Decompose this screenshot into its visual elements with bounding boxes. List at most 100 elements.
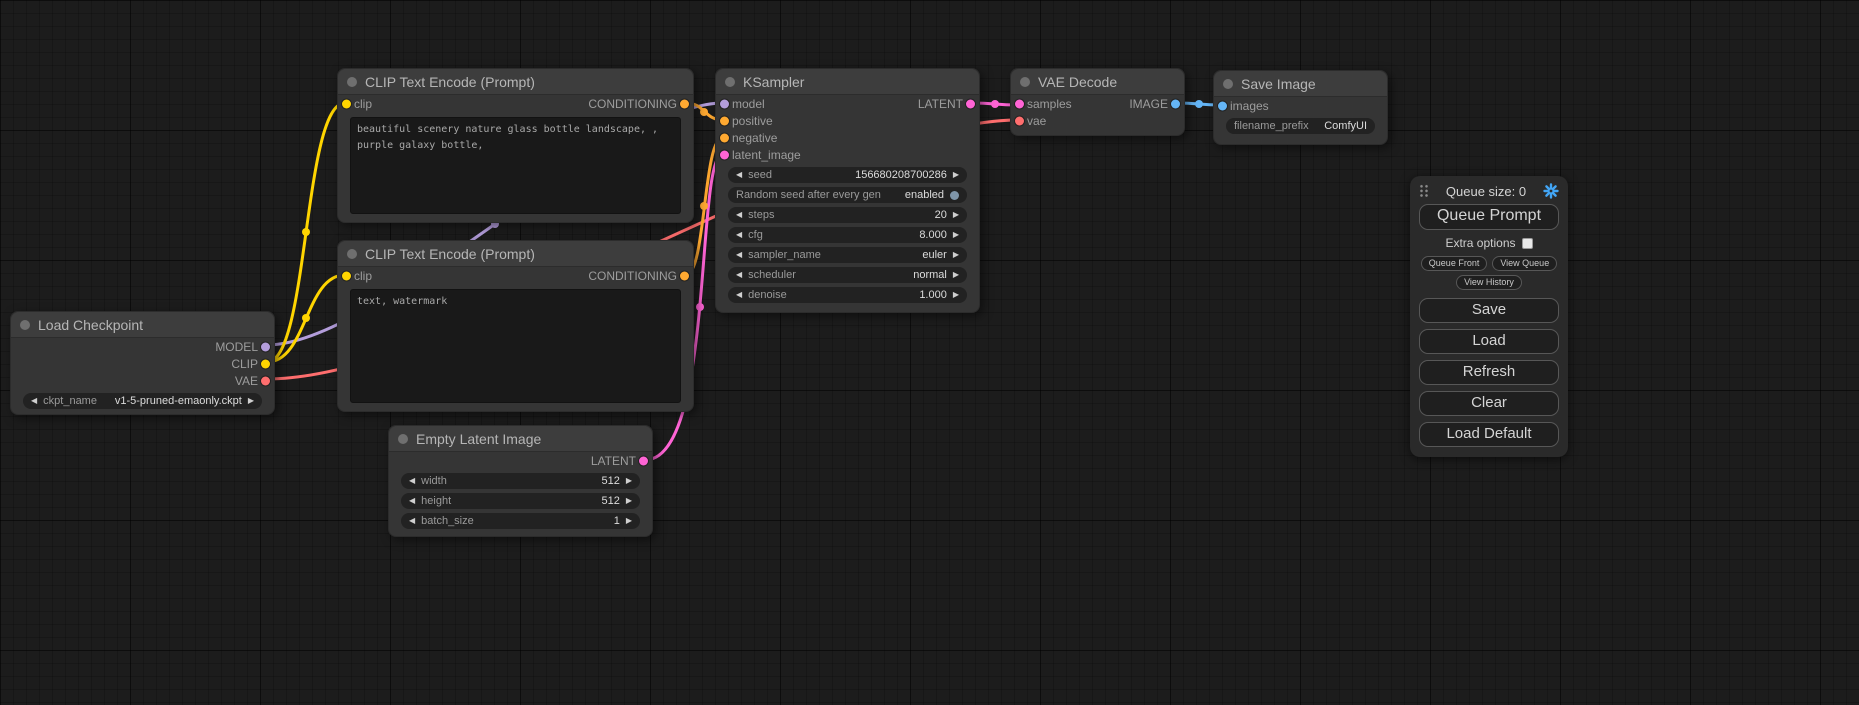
- output-port-latent[interactable]: [639, 456, 648, 465]
- node-graph-canvas[interactable]: Load Checkpoint MODEL CLIP VAE ◀ ckpt_na…: [0, 0, 1859, 705]
- next-arrow-icon[interactable]: ▶: [248, 397, 254, 405]
- output-port-conditioning[interactable]: [680, 99, 689, 108]
- settings-gear-icon[interactable]: [1543, 183, 1559, 199]
- node-clip-text-encode-negative[interactable]: CLIP Text Encode (Prompt) clip CONDITION…: [337, 240, 694, 412]
- width-widget[interactable]: ◀ width 512 ▶: [401, 473, 640, 489]
- input-label-vae: vae: [1027, 114, 1046, 128]
- node-title-bar[interactable]: CLIP Text Encode (Prompt): [338, 69, 693, 95]
- prev-arrow-icon[interactable]: ◀: [409, 497, 415, 505]
- prev-arrow-icon[interactable]: ◀: [736, 291, 742, 299]
- steps-widget[interactable]: ◀ steps 20 ▶: [728, 207, 967, 223]
- clear-button[interactable]: Clear: [1419, 391, 1559, 416]
- widget-name: height: [421, 495, 451, 507]
- refresh-button[interactable]: Refresh: [1419, 360, 1559, 385]
- next-arrow-icon[interactable]: ▶: [953, 251, 959, 259]
- next-arrow-icon[interactable]: ▶: [953, 171, 959, 179]
- load-default-button[interactable]: Load Default: [1419, 422, 1559, 447]
- seed-widget[interactable]: ◀ seed 156680208700286 ▶: [728, 167, 967, 183]
- prev-arrow-icon[interactable]: ◀: [736, 211, 742, 219]
- node-load-checkpoint[interactable]: Load Checkpoint MODEL CLIP VAE ◀ ckpt_na…: [10, 311, 275, 415]
- collapse-dot-icon[interactable]: [1223, 79, 1233, 89]
- input-label-clip: clip: [354, 97, 372, 111]
- prev-arrow-icon[interactable]: ◀: [736, 271, 742, 279]
- collapse-dot-icon[interactable]: [398, 434, 408, 444]
- input-port-negative[interactable]: [720, 133, 729, 142]
- positive-prompt-textarea[interactable]: beautiful scenery nature glass bottle la…: [350, 117, 681, 214]
- save-button[interactable]: Save: [1419, 298, 1559, 323]
- queue-size-label: Queue size: 0: [1429, 184, 1543, 199]
- next-arrow-icon[interactable]: ▶: [953, 231, 959, 239]
- ckpt-name-widget[interactable]: ◀ ckpt_name v1-5-pruned-emaonly.ckpt ▶: [23, 393, 262, 409]
- output-port-vae[interactable]: [261, 376, 270, 385]
- collapse-dot-icon[interactable]: [347, 249, 357, 259]
- collapse-dot-icon[interactable]: [1020, 77, 1030, 87]
- prev-arrow-icon[interactable]: ◀: [736, 171, 742, 179]
- view-queue-button[interactable]: View Queue: [1492, 256, 1557, 271]
- prev-arrow-icon[interactable]: ◀: [31, 397, 37, 405]
- widget-name: cfg: [748, 229, 763, 241]
- node-title: Save Image: [1241, 76, 1316, 92]
- collapse-dot-icon[interactable]: [347, 77, 357, 87]
- prev-arrow-icon[interactable]: ◀: [409, 517, 415, 525]
- input-port-vae[interactable]: [1015, 116, 1024, 125]
- node-clip-text-encode-positive[interactable]: CLIP Text Encode (Prompt) clip CONDITION…: [337, 68, 694, 223]
- negative-prompt-textarea[interactable]: text, watermark: [350, 289, 681, 403]
- input-port-model[interactable]: [720, 99, 729, 108]
- node-vae-decode[interactable]: VAE Decode samples IMAGE vae: [1010, 68, 1185, 136]
- queue-front-button[interactable]: Queue Front: [1421, 256, 1488, 271]
- next-arrow-icon[interactable]: ▶: [626, 477, 632, 485]
- next-arrow-icon[interactable]: ▶: [626, 517, 632, 525]
- toggle-dot-icon[interactable]: [950, 191, 959, 200]
- prev-arrow-icon[interactable]: ◀: [409, 477, 415, 485]
- slot-row-clip-conditioning: clip CONDITIONING: [338, 95, 693, 112]
- drag-handle-icon[interactable]: [1419, 184, 1429, 198]
- link-latent-input-midpoint: [696, 303, 704, 311]
- input-port-images[interactable]: [1218, 101, 1227, 110]
- link-conditioning-negative-midpoint: [700, 202, 708, 210]
- node-ksampler[interactable]: KSampler model LATENT positive negative …: [715, 68, 980, 313]
- input-port-clip[interactable]: [342, 99, 351, 108]
- node-save-image[interactable]: Save Image images filename_prefix ComfyU…: [1213, 70, 1388, 145]
- input-row-images: images: [1214, 97, 1387, 114]
- output-port-clip[interactable]: [261, 359, 270, 368]
- denoise-widget[interactable]: ◀ denoise 1.000 ▶: [728, 287, 967, 303]
- node-empty-latent-image[interactable]: Empty Latent Image LATENT ◀ width 512 ▶ …: [388, 425, 653, 537]
- sampler-name-widget[interactable]: ◀ sampler_name euler ▶: [728, 247, 967, 263]
- view-history-button[interactable]: View History: [1456, 275, 1522, 290]
- prev-arrow-icon[interactable]: ◀: [736, 251, 742, 259]
- node-title-bar[interactable]: CLIP Text Encode (Prompt): [338, 241, 693, 267]
- output-port-model[interactable]: [261, 342, 270, 351]
- output-port-image[interactable]: [1171, 99, 1180, 108]
- next-arrow-icon[interactable]: ▶: [953, 291, 959, 299]
- extra-options-checkbox[interactable]: [1522, 238, 1533, 249]
- input-port-latent-image[interactable]: [720, 150, 729, 159]
- filename-prefix-widget[interactable]: filename_prefix ComfyUI: [1226, 118, 1375, 134]
- next-arrow-icon[interactable]: ▶: [953, 271, 959, 279]
- collapse-dot-icon[interactable]: [20, 320, 30, 330]
- output-port-latent[interactable]: [966, 99, 975, 108]
- node-title-bar[interactable]: Load Checkpoint: [11, 312, 274, 338]
- scheduler-widget[interactable]: ◀ scheduler normal ▶: [728, 267, 967, 283]
- node-title-bar[interactable]: KSampler: [716, 69, 979, 95]
- input-port-samples[interactable]: [1015, 99, 1024, 108]
- node-title-bar[interactable]: VAE Decode: [1011, 69, 1184, 95]
- collapse-dot-icon[interactable]: [725, 77, 735, 87]
- node-title-bar[interactable]: Save Image: [1214, 71, 1387, 97]
- node-title-bar[interactable]: Empty Latent Image: [389, 426, 652, 452]
- next-arrow-icon[interactable]: ▶: [953, 211, 959, 219]
- node-title: CLIP Text Encode (Prompt): [365, 74, 535, 90]
- height-widget[interactable]: ◀ height 512 ▶: [401, 493, 640, 509]
- batch-size-widget[interactable]: ◀ batch_size 1 ▶: [401, 513, 640, 529]
- random-seed-toggle-widget[interactable]: Random seed after every gen enabled: [728, 187, 967, 203]
- node-title: Load Checkpoint: [38, 317, 143, 333]
- output-label-latent: LATENT: [591, 454, 636, 468]
- next-arrow-icon[interactable]: ▶: [626, 497, 632, 505]
- input-port-clip[interactable]: [342, 271, 351, 280]
- cfg-widget[interactable]: ◀ cfg 8.000 ▶: [728, 227, 967, 243]
- output-port-conditioning[interactable]: [680, 271, 689, 280]
- menu-header: Queue size: 0: [1419, 183, 1559, 199]
- input-port-positive[interactable]: [720, 116, 729, 125]
- queue-prompt-button[interactable]: Queue Prompt: [1419, 204, 1559, 230]
- prev-arrow-icon[interactable]: ◀: [736, 231, 742, 239]
- load-button[interactable]: Load: [1419, 329, 1559, 354]
